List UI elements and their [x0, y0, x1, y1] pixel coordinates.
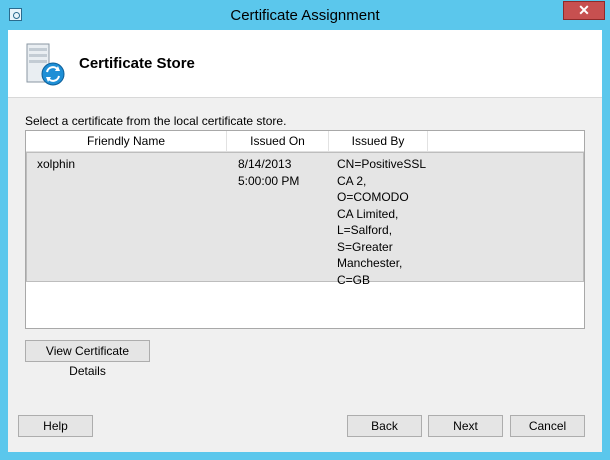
back-button[interactable]: Back: [347, 415, 422, 437]
cell-issued-on: 8/14/2013 5:00:00 PM: [238, 157, 300, 188]
column-headers: Friendly Name Issued On Issued By: [26, 131, 584, 152]
header-band: Certificate Store: [8, 30, 602, 98]
cancel-button[interactable]: Cancel: [510, 415, 585, 437]
header-title: Certificate Store: [79, 55, 195, 72]
cell-issued-by: CN=PositiveSSL CA 2, O=COMODO CA Limited…: [337, 157, 427, 287]
dialog-client-area: Certificate Store Select a certificate f…: [8, 30, 602, 452]
column-header-friendly-name[interactable]: Friendly Name: [26, 131, 227, 151]
table-row[interactable]: xolphin 8/14/2013 5:00:00 PM CN=Positive…: [26, 152, 584, 287]
column-header-issued-on[interactable]: Issued On: [227, 131, 329, 151]
cell-friendly-name: xolphin: [37, 157, 76, 171]
close-button[interactable]: ✕: [563, 1, 605, 20]
help-button[interactable]: Help: [18, 415, 93, 437]
certificate-assignment-window: Certificate Assignment ✕ Certificate Sto…: [0, 0, 610, 460]
column-header-issued-by[interactable]: Issued By: [329, 131, 428, 151]
view-certificate-details-button[interactable]: View Certificate Details: [25, 340, 150, 378]
window-title: Certificate Assignment: [230, 7, 380, 24]
instruction-text: Select a certificate from the local cert…: [25, 114, 287, 128]
next-button[interactable]: Next: [428, 415, 503, 437]
server-sync-icon: [26, 43, 65, 86]
certificate-list[interactable]: Friendly Name Issued On Issued By xolphi…: [25, 130, 585, 329]
title-bar[interactable]: Certificate Assignment ✕: [0, 0, 610, 30]
